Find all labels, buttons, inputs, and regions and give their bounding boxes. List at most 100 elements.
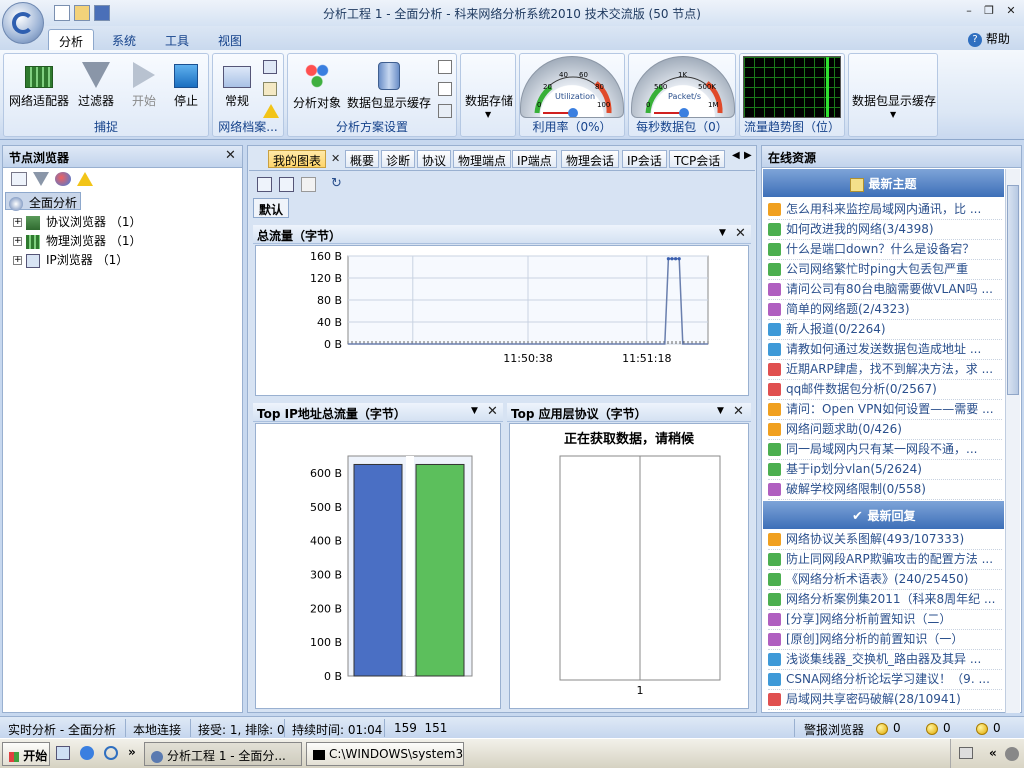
- list-item[interactable]: 破解学校网络限制(0/558): [768, 480, 1002, 500]
- alarm-count-2[interactable]: 0: [926, 721, 951, 735]
- tab-my-charts[interactable]: 我的图表: [268, 150, 327, 168]
- tree-root-all-analysis[interactable]: 全面分析: [5, 192, 81, 211]
- list-item[interactable]: 公司网络繁忙时ping大包丢包严重: [768, 260, 1002, 280]
- list-item[interactable]: 怎么用科来监控局域网内通讯，比 ...: [768, 200, 1002, 220]
- chevron-down-icon[interactable]: ▼: [717, 406, 724, 416]
- start-button[interactable]: 开始: [124, 62, 164, 109]
- tab-next-icon[interactable]: ▶: [744, 150, 752, 161]
- chevron-down-icon[interactable]: ▼: [719, 228, 726, 238]
- list-item[interactable]: 网络协议关系图解(493/107333): [768, 530, 1002, 550]
- tab-ip-session[interactable]: IP会话: [622, 150, 667, 168]
- analysis-objects-button[interactable]: 分析对象: [290, 62, 344, 111]
- tab-protocol[interactable]: 协议: [417, 150, 452, 168]
- alarm-count-3[interactable]: 0: [976, 721, 1001, 735]
- show-desktop-icon[interactable]: [56, 746, 70, 760]
- close-icon[interactable]: ✕: [487, 404, 498, 419]
- tree-item-protocol[interactable]: + 协议浏览器 （1）: [13, 213, 141, 231]
- volume-icon[interactable]: [1005, 747, 1019, 761]
- expand-icon[interactable]: +: [13, 256, 22, 265]
- list-item[interactable]: qq邮件数据包分析(0/2567): [768, 380, 1002, 400]
- tab-prev-icon[interactable]: ◀: [732, 150, 740, 161]
- warning-icon[interactable]: [263, 104, 279, 118]
- list-item[interactable]: 近期ARP肆虐，找不到解决方法，求 ...: [768, 360, 1002, 380]
- tree-item-physical[interactable]: + 物理浏览器 （1）: [13, 232, 141, 250]
- list-item[interactable]: 《网络分析术语表》(240/25450): [768, 570, 1002, 590]
- adapter-button[interactable]: 网络适配器: [8, 62, 70, 109]
- help-button[interactable]: ? 帮助: [968, 30, 1020, 47]
- tab-physical-session[interactable]: 物理会话: [561, 150, 620, 168]
- scrollbar[interactable]: [1005, 169, 1020, 713]
- list-item[interactable]: 防止同网段ARP欺骗攻击的配置方法 ...: [768, 550, 1002, 570]
- list-item[interactable]: 请教如何通过发送数据包造成地址 ...: [768, 340, 1002, 360]
- app-menu-button[interactable]: [2, 2, 44, 44]
- group-packet-cache[interactable]: 数据包显示缓存 ▼: [848, 53, 938, 137]
- settings-icon[interactable]: [263, 82, 277, 96]
- list-item[interactable]: [分享]网络分析前置知识（二）: [768, 610, 1002, 630]
- add-icon[interactable]: [438, 82, 452, 96]
- close-icon[interactable]: ✕: [225, 148, 236, 163]
- minimize-button[interactable]: –: [960, 4, 978, 20]
- group-storage[interactable]: 数据存储 ▼: [460, 53, 516, 137]
- alarm-count-1[interactable]: 0: [876, 721, 901, 735]
- keyboard-icon[interactable]: [959, 747, 973, 759]
- alert-node-icon[interactable]: [77, 172, 93, 186]
- filter-button[interactable]: 过滤器: [74, 62, 118, 109]
- list-item[interactable]: 请问公司有80台电脑需要做VLAN吗 ...: [768, 280, 1002, 300]
- list-item[interactable]: 基于ip划分vlan(5/2624): [768, 460, 1002, 480]
- tab-analysis[interactable]: 分析: [48, 29, 95, 50]
- stop-button[interactable]: 停止: [166, 62, 206, 109]
- alarm-browser-button[interactable]: 警报浏览器: [804, 721, 864, 738]
- tray-expand[interactable]: «: [989, 746, 997, 760]
- list-item[interactable]: 如何改进我的网络(3/4398): [768, 220, 1002, 240]
- list-item[interactable]: 什么是端口down？什么是设备宕？: [768, 240, 1002, 260]
- task-analysis-project[interactable]: 分析工程 1 - 全面分...: [144, 742, 302, 766]
- quick-launch-more[interactable]: »: [128, 745, 136, 759]
- tab-summary[interactable]: 概要: [345, 150, 380, 168]
- list-item[interactable]: 请问：Open VPN如何设置——需要 ...: [768, 400, 1002, 420]
- tab-system[interactable]: 系统: [102, 29, 146, 50]
- tab-close-icon[interactable]: ✕: [331, 152, 340, 165]
- list-icon[interactable]: [438, 104, 452, 118]
- task-cmd[interactable]: C:\WINDOWS\system32...: [306, 742, 464, 766]
- tree-item-ip[interactable]: + IP浏览器 （1）: [13, 251, 128, 269]
- tab-view[interactable]: 视图: [208, 29, 252, 50]
- scrollbar-thumb[interactable]: [1007, 185, 1019, 395]
- close-button[interactable]: ✕: [1002, 4, 1020, 20]
- network-icon[interactable]: [263, 60, 277, 74]
- layout-icon[interactable]: [279, 177, 294, 192]
- media-icon[interactable]: [80, 746, 94, 760]
- group-node-icon[interactable]: [55, 172, 71, 186]
- close-icon[interactable]: ✕: [735, 226, 746, 241]
- list-item[interactable]: 网络问题求助(0/426): [768, 420, 1002, 440]
- close-icon[interactable]: ✕: [733, 404, 744, 419]
- tab-ip-endpoint[interactable]: IP端点: [512, 150, 557, 168]
- new-chart-icon[interactable]: [257, 177, 272, 192]
- list-item[interactable]: 浅谈集线器_交换机_路由器及其异 ...: [768, 650, 1002, 670]
- tab-diagnosis[interactable]: 诊断: [381, 150, 416, 168]
- delete-chart-icon[interactable]: [301, 177, 316, 192]
- new-file-icon[interactable]: [54, 5, 70, 21]
- save-icon[interactable]: [94, 5, 110, 21]
- tab-tools[interactable]: 工具: [155, 29, 199, 50]
- list-item[interactable]: 新人报道(0/2264): [768, 320, 1002, 340]
- list-item[interactable]: [原创]网络分析的前置知识（一）: [768, 630, 1002, 650]
- chevron-down-icon[interactable]: ▼: [471, 406, 478, 416]
- list-item[interactable]: 同一局域网内只有某一网段不通，...: [768, 440, 1002, 460]
- ie-icon[interactable]: [104, 746, 118, 760]
- list-item[interactable]: 局域网共享密码破解(28/10941): [768, 690, 1002, 710]
- refresh-icon[interactable]: ↻: [331, 176, 342, 191]
- expand-icon[interactable]: +: [13, 237, 22, 246]
- open-folder-icon[interactable]: [74, 5, 90, 21]
- tab-tcp-session[interactable]: TCP会话: [669, 150, 726, 168]
- list-item[interactable]: 简单的网络题(2/4323): [768, 300, 1002, 320]
- normal-button[interactable]: 常规: [217, 62, 257, 109]
- add-node-icon[interactable]: [11, 172, 27, 186]
- packet-cache-button[interactable]: 数据包显示缓存: [344, 62, 434, 111]
- default-view-label[interactable]: 默认: [253, 198, 290, 218]
- tab-physical-endpoint[interactable]: 物理端点: [453, 150, 512, 168]
- list-item[interactable]: CSNA网络分析论坛学习建议！（9. ...: [768, 670, 1002, 690]
- start-menu-button[interactable]: 开始: [2, 742, 50, 766]
- expand-icon[interactable]: +: [13, 218, 22, 227]
- restore-button[interactable]: ❐: [980, 4, 998, 20]
- filter-node-icon[interactable]: [33, 172, 49, 186]
